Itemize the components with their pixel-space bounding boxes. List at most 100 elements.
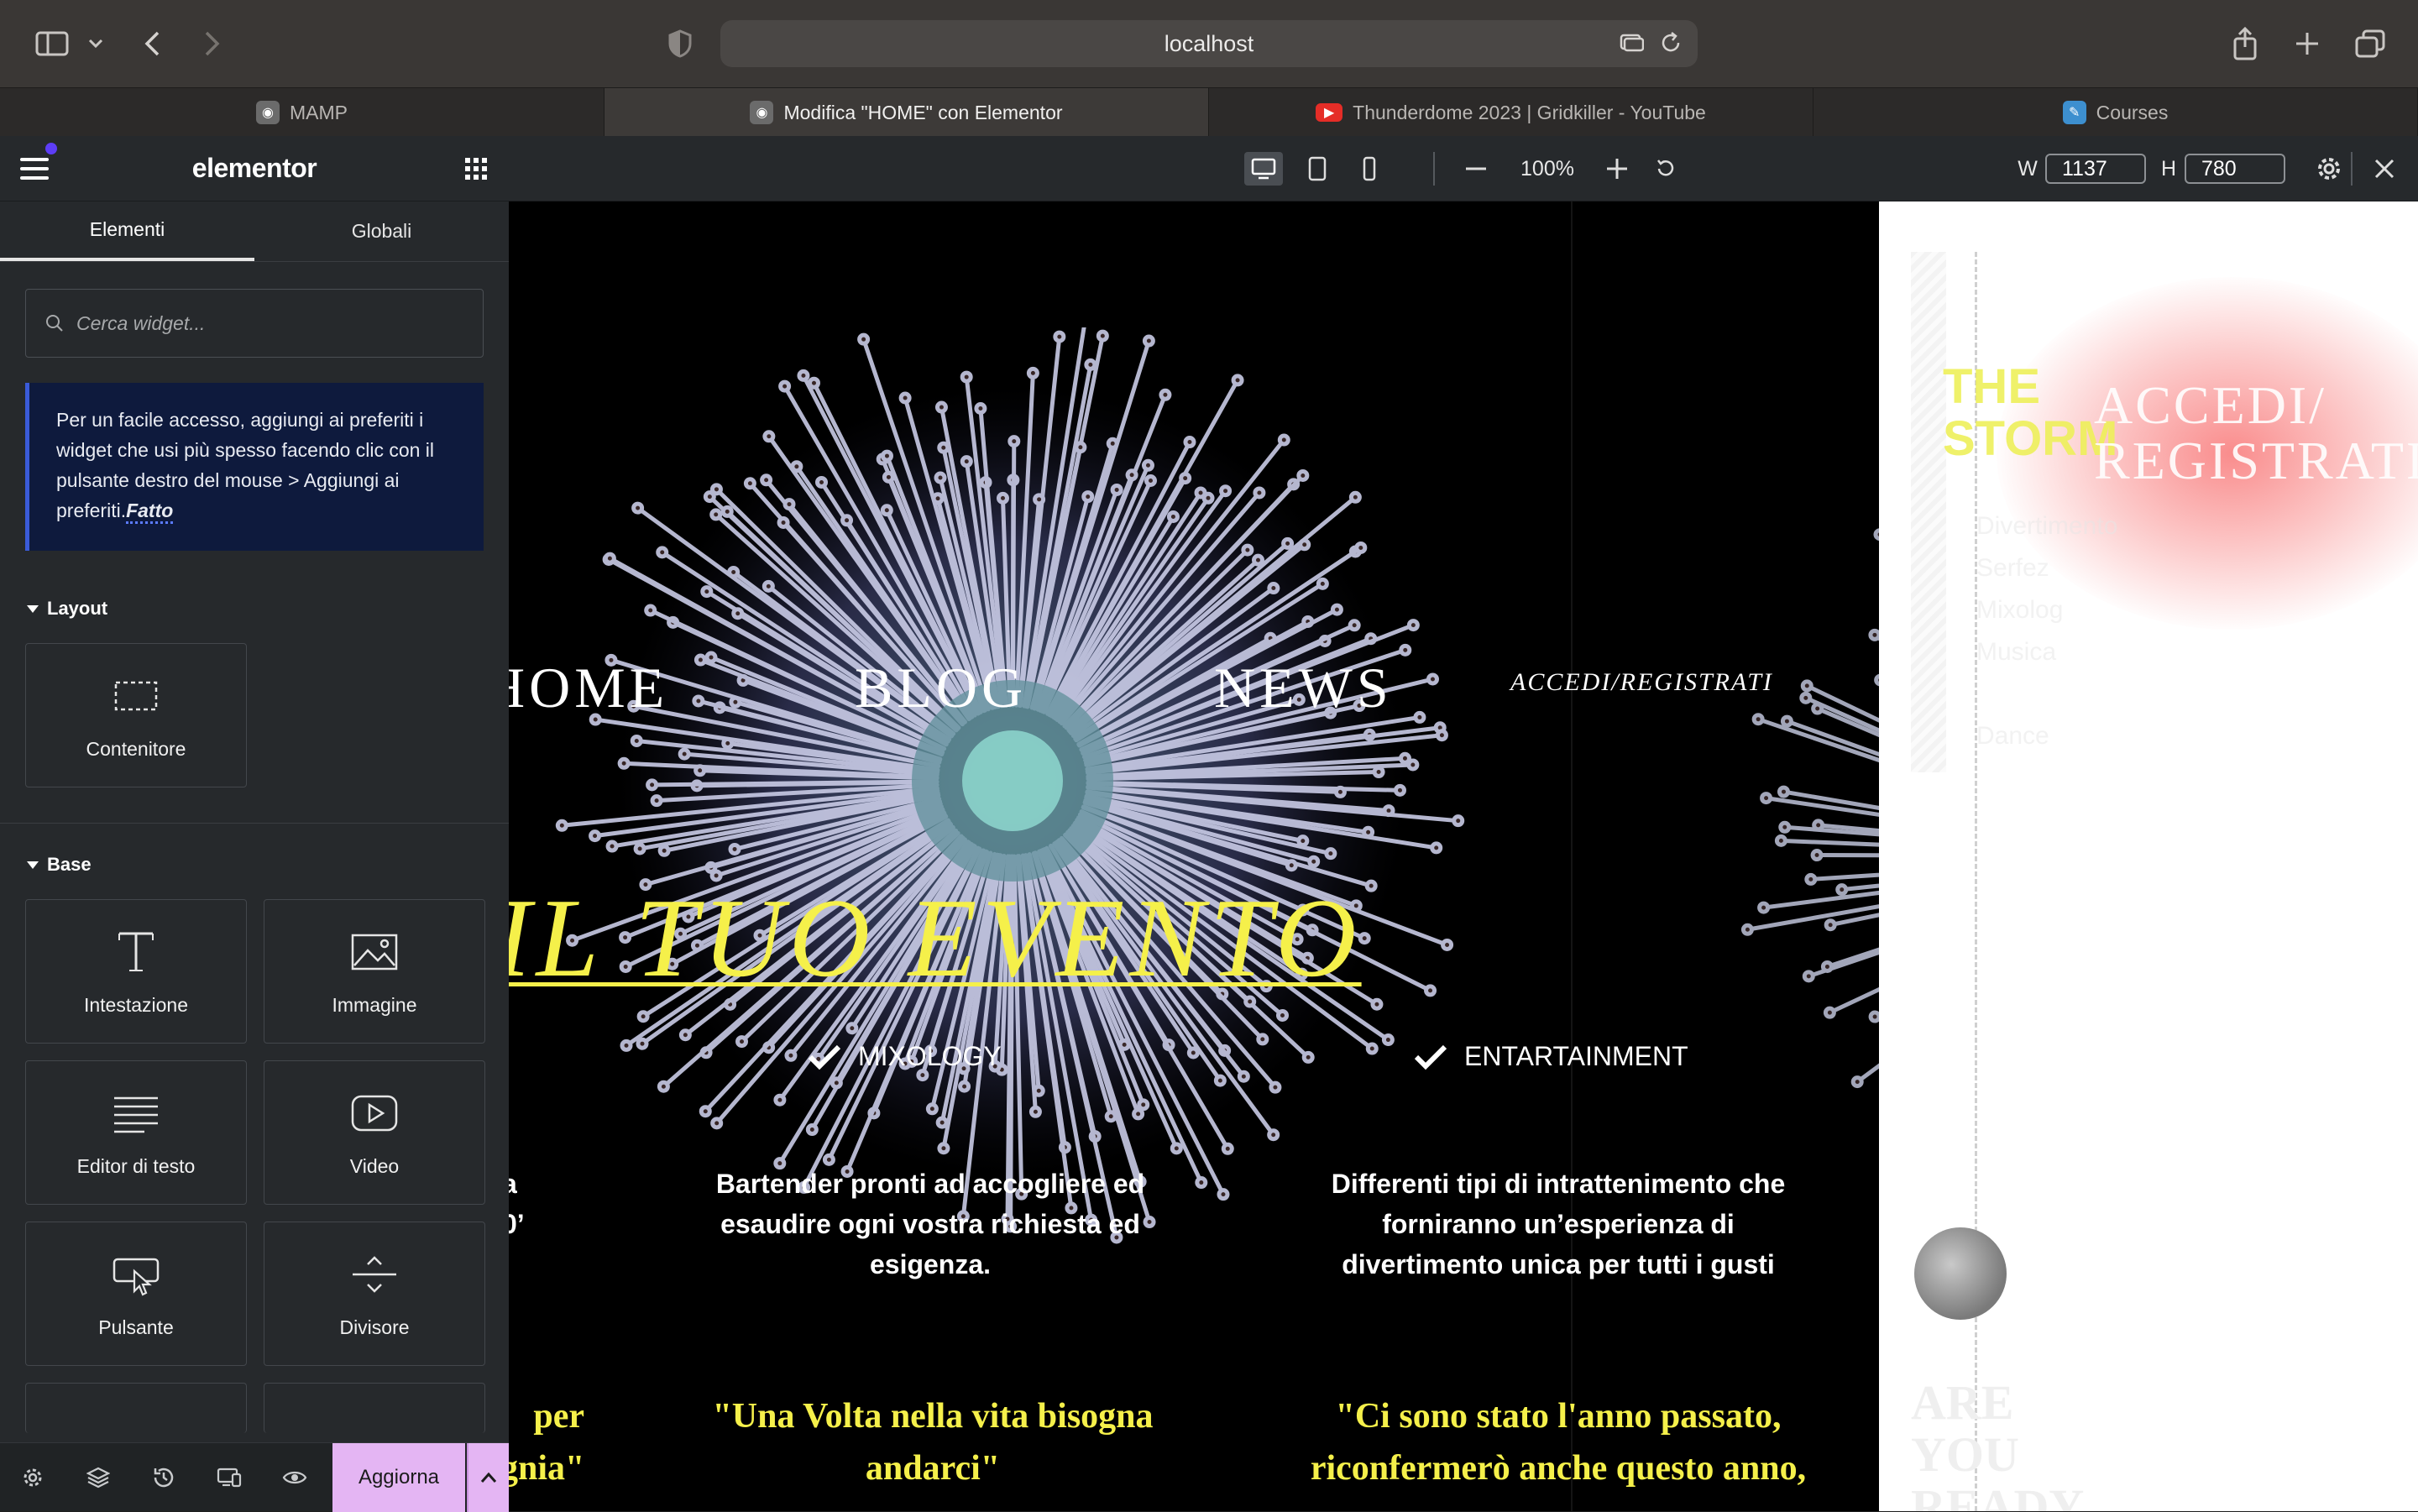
spike-tip bbox=[743, 477, 756, 490]
tab-elementor[interactable]: ◉ Modifica "HOME" con Elementor bbox=[604, 88, 1209, 137]
spike-tip bbox=[974, 402, 987, 416]
spike-tip bbox=[1104, 1110, 1117, 1123]
update-button[interactable]: Aggiorna bbox=[332, 1443, 465, 1512]
responsive-icon[interactable] bbox=[196, 1443, 262, 1512]
spike-tip bbox=[644, 604, 657, 617]
settings-icon[interactable] bbox=[0, 1443, 65, 1512]
browser-toolbar: localhost bbox=[0, 0, 2418, 87]
spike-tip bbox=[931, 492, 945, 505]
width-input[interactable]: 1137 bbox=[2045, 136, 2146, 201]
update-options-button[interactable] bbox=[467, 1443, 509, 1512]
wordpress-favicon-icon: ◉ bbox=[750, 101, 774, 124]
editor-canvas[interactable]: HOME BLOG NEWS ACCEDI/REGISTRATI IL TUO … bbox=[509, 201, 1879, 1511]
preview-eye-icon[interactable] bbox=[262, 1443, 327, 1512]
spike-tip bbox=[1348, 490, 1362, 504]
address-bar[interactable]: localhost bbox=[720, 20, 1698, 67]
section-layout[interactable]: Layout bbox=[27, 598, 509, 620]
spike-tip bbox=[934, 400, 948, 414]
spike-tip bbox=[1800, 679, 1814, 693]
spike-tip bbox=[636, 1010, 650, 1023]
height-label: H bbox=[2160, 156, 2177, 180]
reader-icon[interactable] bbox=[1619, 30, 1645, 61]
reload-icon[interactable] bbox=[1659, 30, 1683, 61]
shield-icon[interactable] bbox=[663, 20, 697, 67]
share-icon[interactable] bbox=[2227, 20, 2264, 67]
widget-video[interactable]: Video bbox=[264, 1060, 485, 1205]
spike-tip bbox=[1096, 329, 1109, 343]
forward-icon[interactable] bbox=[195, 20, 230, 67]
spike-tip bbox=[1774, 834, 1787, 847]
spike bbox=[1761, 890, 1879, 910]
zoom-in-icon[interactable] bbox=[1602, 136, 1632, 201]
feature-label: MIXOLOGY bbox=[858, 1041, 1002, 1071]
search-input[interactable] bbox=[76, 311, 463, 335]
widget-partial[interactable] bbox=[264, 1383, 485, 1433]
sidebar-toggle-icon[interactable] bbox=[32, 20, 72, 67]
layers-icon[interactable] bbox=[65, 1443, 131, 1512]
tab-courses[interactable]: ✎ Courses bbox=[1814, 88, 2418, 137]
widget-divider[interactable]: Divisore bbox=[264, 1222, 485, 1366]
spike-tip bbox=[1330, 603, 1343, 616]
mobile-preview-area: THE STORM ACCEDI/ REGISTRATI Divertiment… bbox=[1879, 201, 2418, 1511]
tip-done-link[interactable]: Fatto bbox=[126, 500, 174, 524]
preview-title: THE STORM bbox=[1943, 359, 2118, 466]
spike-tip bbox=[1850, 1075, 1864, 1089]
tab-mamp[interactable]: ◉ MAMP bbox=[0, 88, 604, 137]
zoom-out-icon[interactable] bbox=[1461, 136, 1491, 201]
widget-partial[interactable] bbox=[25, 1383, 247, 1433]
elementor-logo: elementor bbox=[191, 153, 317, 183]
spike-tip bbox=[1430, 841, 1443, 855]
section-base[interactable]: Base bbox=[27, 854, 509, 876]
tablet-view-icon[interactable] bbox=[1298, 152, 1337, 186]
widget-heading[interactable]: Intestazione bbox=[25, 899, 247, 1044]
widget-label: Pulsante bbox=[98, 1316, 174, 1338]
preview-menu-item: Musica bbox=[1976, 638, 2057, 666]
spike-tip bbox=[1026, 366, 1039, 379]
spike-tip bbox=[555, 819, 568, 832]
nav-blog[interactable]: BLOG bbox=[855, 655, 1027, 721]
tab-elementi[interactable]: Elementi bbox=[0, 201, 254, 261]
reset-zoom-icon[interactable] bbox=[1651, 136, 1681, 201]
spike-tip bbox=[657, 1080, 670, 1093]
spike-tip bbox=[1251, 553, 1264, 567]
spike-tip bbox=[1256, 1033, 1269, 1046]
tab-overview-icon[interactable] bbox=[2351, 20, 2389, 67]
mobile-view-icon[interactable] bbox=[1350, 152, 1389, 186]
apps-grid-icon[interactable] bbox=[465, 158, 487, 180]
spike-tip bbox=[1824, 918, 1837, 932]
spike-tip bbox=[1241, 543, 1254, 557]
close-icon[interactable] bbox=[2368, 136, 2401, 201]
spike bbox=[1808, 872, 1879, 882]
tab-youtube[interactable]: ▶ Thunderdome 2023 | Gridkiller - YouTub… bbox=[1209, 88, 1814, 137]
gear-icon[interactable] bbox=[2314, 136, 2344, 201]
chevron-down-icon[interactable] bbox=[84, 20, 107, 67]
desktop-view-icon[interactable] bbox=[1244, 152, 1283, 186]
spike-tip bbox=[857, 332, 871, 346]
preview-accedi: ACCEDI/ REGISTRATI bbox=[2094, 375, 2418, 490]
hero-title[interactable]: IL TUO EVENTO bbox=[509, 873, 1362, 1002]
widget-button[interactable]: Pulsante bbox=[25, 1222, 247, 1366]
nav-accedi[interactable]: ACCEDI/REGISTRATI bbox=[1510, 668, 1773, 697]
tab-globali[interactable]: Globali bbox=[254, 201, 509, 261]
chevron-up-icon bbox=[480, 1472, 497, 1483]
spike-tip bbox=[1365, 1042, 1379, 1055]
nav-home[interactable]: HOME bbox=[509, 655, 668, 721]
new-tab-icon[interactable] bbox=[2289, 20, 2326, 67]
history-icon[interactable] bbox=[131, 1443, 196, 1512]
spike-tip bbox=[762, 430, 776, 443]
widget-container[interactable]: Contenitore bbox=[25, 643, 247, 787]
spike-tip bbox=[1413, 710, 1426, 724]
spike-tip bbox=[1201, 491, 1215, 505]
heading-icon bbox=[118, 932, 154, 971]
widget-text-editor[interactable]: Editor di testo bbox=[25, 1060, 247, 1205]
check-icon bbox=[808, 1044, 841, 1070]
spike-tip bbox=[1301, 1050, 1315, 1064]
height-input[interactable]: 780 bbox=[2185, 136, 2285, 201]
spike-tip bbox=[1424, 984, 1437, 997]
spike-tip bbox=[630, 734, 643, 747]
back-icon[interactable] bbox=[134, 20, 170, 67]
nav-news[interactable]: NEWS bbox=[1214, 655, 1393, 721]
spike-tip bbox=[1170, 1142, 1183, 1155]
widget-image[interactable]: Immagine bbox=[264, 899, 485, 1044]
spike-tip bbox=[1141, 458, 1154, 472]
